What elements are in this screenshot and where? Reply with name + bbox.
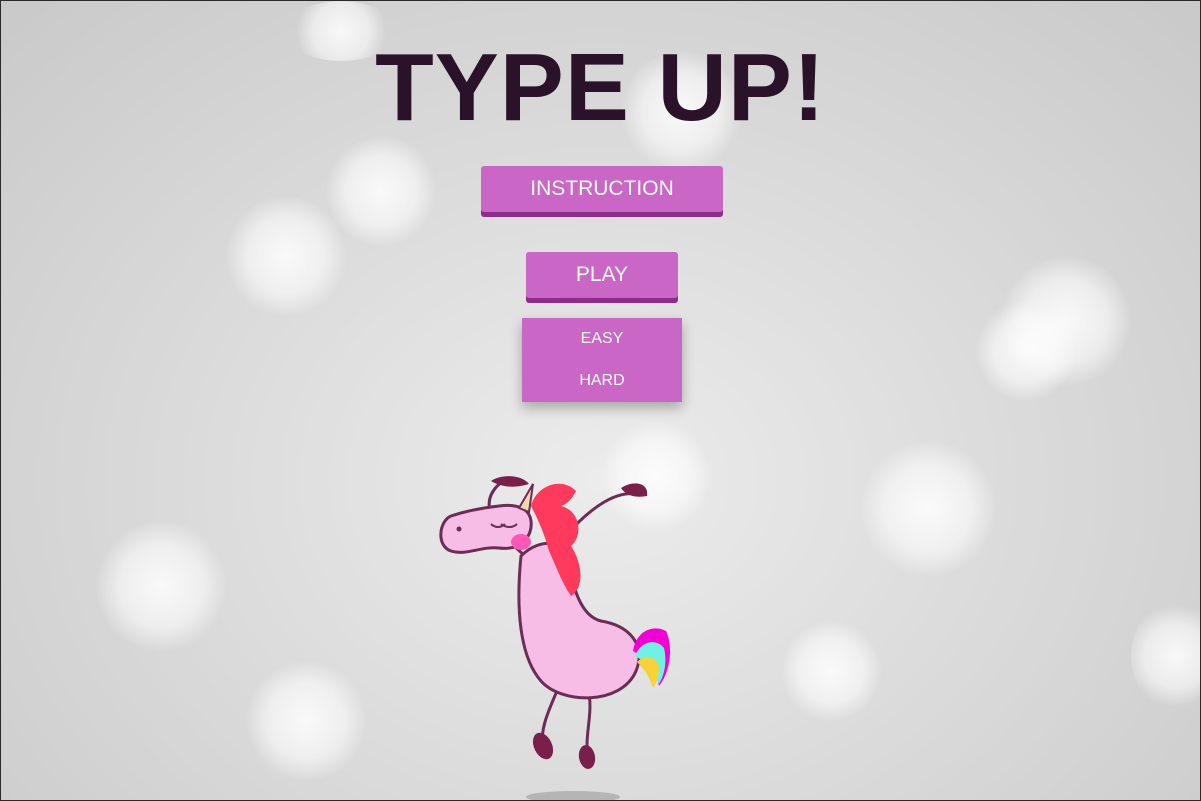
bokeh-light: [976, 301, 1076, 401]
bokeh-light: [781, 621, 881, 721]
difficulty-option-hard[interactable]: HARD: [522, 360, 682, 402]
game-title: TYPE UP!: [375, 34, 826, 141]
bokeh-light: [1131, 601, 1200, 711]
unicorn-shadow: [526, 791, 620, 800]
bokeh-light: [1001, 256, 1131, 386]
play-button[interactable]: PLAY: [526, 252, 678, 298]
dancing-unicorn-icon: [421, 466, 691, 800]
bokeh-light: [226, 196, 346, 316]
difficulty-option-easy[interactable]: EASY: [522, 318, 682, 360]
game-screen: TYPE UP! INSTRUCTION PLAY EASY HARD: [0, 0, 1201, 801]
bokeh-light: [326, 136, 436, 246]
bokeh-light: [96, 521, 226, 651]
bokeh-light: [861, 441, 996, 576]
instruction-button[interactable]: INSTRUCTION: [481, 166, 723, 212]
difficulty-menu: EASY HARD: [522, 318, 682, 402]
bokeh-light: [246, 661, 366, 781]
